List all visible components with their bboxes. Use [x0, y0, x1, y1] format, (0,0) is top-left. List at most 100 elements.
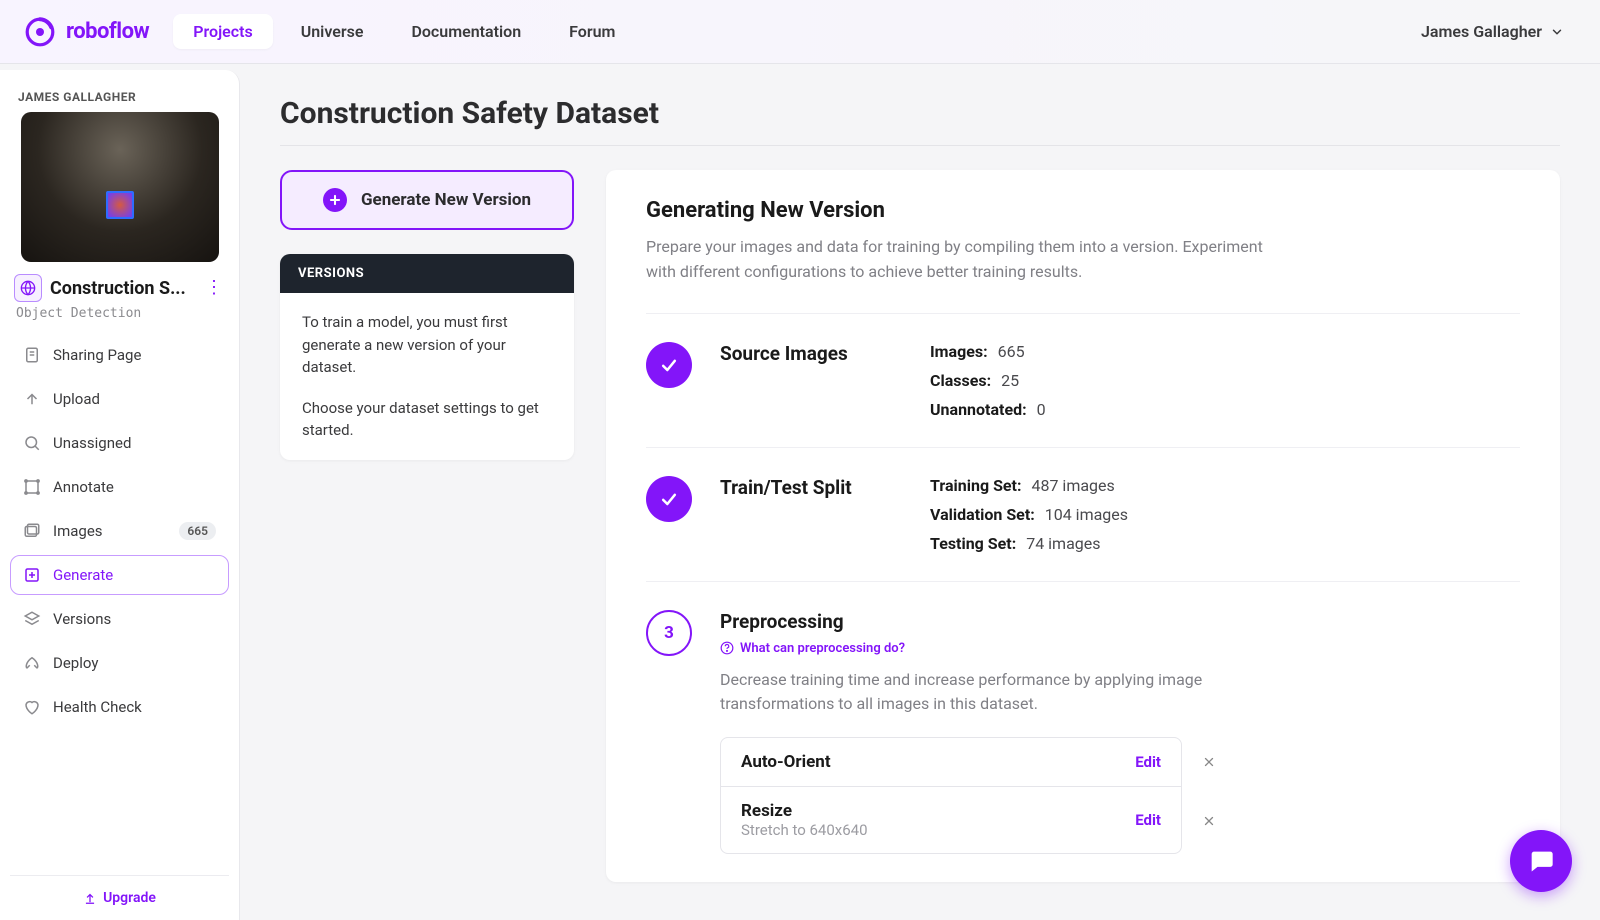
- stat-label: Training Set:: [930, 476, 1021, 495]
- images-icon: [23, 522, 41, 540]
- transform-row: Resize Stretch to 640x640 Edit: [720, 787, 1220, 854]
- stat-label: Unannotated:: [930, 400, 1027, 419]
- help-label: What can preprocessing do?: [740, 641, 905, 656]
- preprocessing-help-link[interactable]: What can preprocessing do?: [720, 641, 1520, 656]
- upgrade-icon: [83, 891, 97, 905]
- logo-mark-icon: [24, 16, 56, 48]
- page-title: Construction Safety Dataset: [280, 96, 1560, 131]
- project-menu-button[interactable]: ⋮: [203, 277, 225, 299]
- transform-name: Auto-Orient: [741, 752, 831, 772]
- stat-label: Validation Set:: [930, 505, 1035, 524]
- images-count-badge: 665: [179, 522, 216, 540]
- stat-value: 25: [1001, 371, 1019, 390]
- stat-row: Validation Set: 104 images: [930, 505, 1520, 524]
- project-subtitle: Object Detection: [10, 304, 229, 335]
- sidebar-item-sharing[interactable]: Sharing Page: [10, 335, 229, 375]
- step-source-images: Source Images Images: 665 Classes: 25: [646, 313, 1520, 447]
- user-name: James Gallagher: [1421, 22, 1542, 41]
- sidebar-owner: JAMES GALLAGHER: [10, 84, 229, 112]
- sidebar-item-generate[interactable]: Generate: [10, 555, 229, 595]
- content-area: Construction Safety Dataset Generate New…: [240, 64, 1600, 920]
- sidebar-item-versions[interactable]: Versions: [10, 599, 229, 639]
- generating-title: Generating New Version: [646, 198, 1520, 223]
- upload-icon: [23, 390, 41, 408]
- transform-detail: Stretch to 640x640: [741, 821, 868, 839]
- step-complete-icon: [646, 476, 692, 522]
- topnav-universe[interactable]: Universe: [281, 14, 384, 49]
- stat-value: 665: [998, 342, 1025, 361]
- sidebar-item-label: Sharing Page: [53, 346, 141, 364]
- transform-item-resize: Resize Stretch to 640x640 Edit: [720, 787, 1182, 854]
- generating-version-card: Generating New Version Prepare your imag…: [606, 170, 1560, 882]
- sidebar-item-label: Unassigned: [53, 434, 131, 452]
- remove-transform-button[interactable]: [1198, 751, 1220, 773]
- stat-row: Testing Set: 74 images: [930, 534, 1520, 553]
- chevron-down-icon: [1550, 25, 1564, 39]
- sidebar-item-label: Upload: [53, 390, 100, 408]
- heart-icon: [23, 698, 41, 716]
- top-nav: roboflow Projects Universe Documentation…: [0, 0, 1600, 64]
- step-title: Preprocessing: [720, 610, 1520, 633]
- sidebar-item-upload[interactable]: Upload: [10, 379, 229, 419]
- versions-card-body: To train a model, you must first generat…: [280, 293, 574, 460]
- document-icon: [23, 346, 41, 364]
- topnav-documentation[interactable]: Documentation: [391, 14, 541, 49]
- stat-row: Classes: 25: [930, 371, 1520, 390]
- chat-icon: [1527, 847, 1555, 875]
- upgrade-link[interactable]: Upgrade: [83, 890, 156, 906]
- sidebar-item-deploy[interactable]: Deploy: [10, 643, 229, 683]
- brand-logo[interactable]: roboflow: [24, 16, 149, 48]
- step-complete-icon: [646, 342, 692, 388]
- versions-card-para: Choose your dataset settings to get star…: [302, 397, 552, 442]
- sidebar-item-label: Versions: [53, 610, 111, 628]
- step-preprocessing: 3 Preprocessing What can preprocessing d…: [646, 581, 1520, 883]
- top-nav-items: Projects Universe Documentation Forum: [173, 14, 635, 49]
- project-thumbnail[interactable]: [21, 112, 219, 262]
- sidebar-item-label: Deploy: [53, 654, 98, 672]
- preprocessing-description: Decrease training time and increase perf…: [720, 668, 1260, 718]
- brand-name: roboflow: [66, 19, 149, 44]
- step-number-marker: 3: [646, 610, 692, 656]
- sidebar-item-unassigned[interactable]: Unassigned: [10, 423, 229, 463]
- generating-subtitle: Prepare your images and data for trainin…: [646, 235, 1266, 285]
- topnav-forum[interactable]: Forum: [549, 14, 635, 49]
- step-title: Source Images: [720, 342, 890, 419]
- upgrade-label: Upgrade: [103, 890, 156, 906]
- edit-transform-button[interactable]: Edit: [1135, 753, 1161, 771]
- transform-list: Auto-Orient Edit: [720, 737, 1220, 854]
- generate-icon: [23, 566, 41, 584]
- stat-row: Training Set: 487 images: [930, 476, 1520, 495]
- stat-label: Images:: [930, 342, 988, 361]
- sidebar-item-images[interactable]: Images 665: [10, 511, 229, 551]
- generate-new-version-button[interactable]: Generate New Version: [280, 170, 574, 230]
- sidebar-item-label: Generate: [53, 566, 113, 584]
- remove-transform-button[interactable]: [1198, 810, 1220, 832]
- sidebar-item-health[interactable]: Health Check: [10, 687, 229, 727]
- versions-card-para: To train a model, you must first generat…: [302, 311, 552, 379]
- sidebar: JAMES GALLAGHER Construction S... ⋮ Obje…: [0, 70, 240, 920]
- user-menu[interactable]: James Gallagher: [1409, 14, 1576, 49]
- stat-value: 487 images: [1031, 476, 1114, 495]
- chat-fab-button[interactable]: [1510, 830, 1572, 892]
- sidebar-item-label: Health Check: [53, 698, 142, 716]
- stat-value: 0: [1037, 400, 1046, 419]
- transform-item-auto-orient: Auto-Orient Edit: [720, 737, 1182, 787]
- generate-button-label: Generate New Version: [361, 190, 531, 210]
- stat-value: 104 images: [1045, 505, 1128, 524]
- step-train-test-split: Train/Test Split Training Set: 487 image…: [646, 447, 1520, 581]
- edit-transform-button[interactable]: Edit: [1135, 811, 1161, 829]
- stat-row: Unannotated: 0: [930, 400, 1520, 419]
- sidebar-item-label: Images: [53, 522, 103, 540]
- plus-circle-icon: [323, 188, 347, 212]
- transform-row: Auto-Orient Edit: [720, 737, 1220, 787]
- stat-row: Images: 665: [930, 342, 1520, 361]
- stat-label: Classes:: [930, 371, 991, 390]
- search-icon: [23, 434, 41, 452]
- sidebar-item-annotate[interactable]: Annotate: [10, 467, 229, 507]
- versions-card: VERSIONS To train a model, you must firs…: [280, 254, 574, 460]
- divider: [280, 145, 1560, 146]
- stat-label: Testing Set:: [930, 534, 1016, 553]
- topnav-projects[interactable]: Projects: [173, 14, 273, 49]
- step-title: Train/Test Split: [720, 476, 890, 553]
- layers-icon: [23, 610, 41, 628]
